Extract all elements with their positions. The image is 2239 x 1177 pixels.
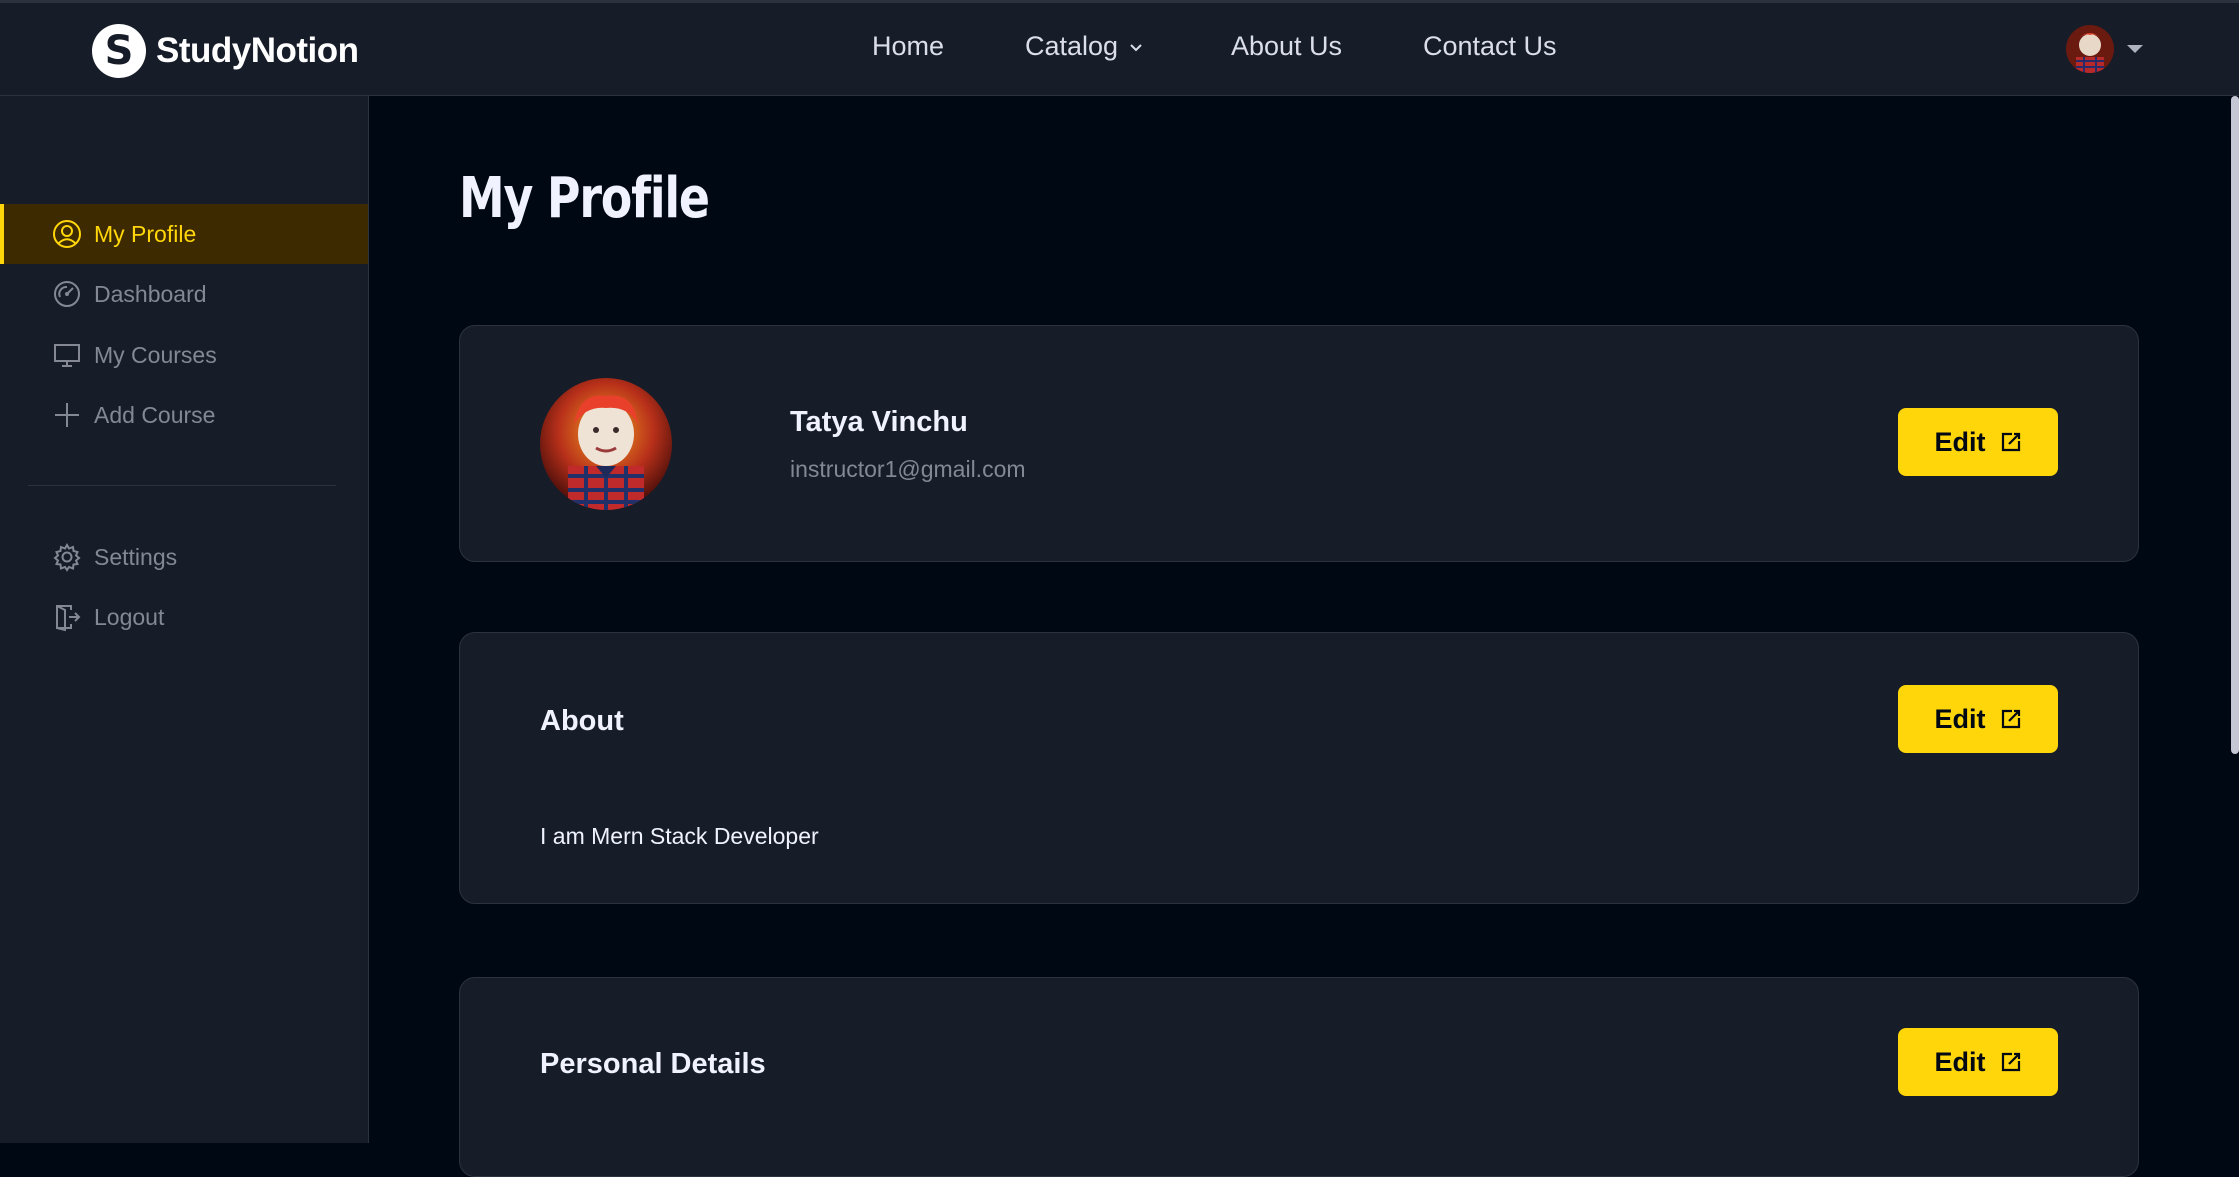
sidebar-item-my-profile[interactable]: My Profile (0, 204, 368, 264)
gauge-icon (54, 281, 80, 307)
main-content: My Profile Tatya Vinchu instructor1@gmai… (369, 96, 2239, 1177)
edit-profile-button[interactable]: Edit (1898, 408, 2058, 476)
edit-icon (2001, 432, 2020, 452)
sidebar: My Profile Dashboard My Courses Add Cour… (0, 96, 369, 1143)
nav-contact-link[interactable]: Contact Us (1423, 31, 1557, 62)
caret-down-icon (2127, 45, 2143, 53)
about-heading: About (540, 705, 624, 737)
sidebar-item-dashboard[interactable]: Dashboard (0, 264, 368, 324)
nav-home-label: Home (872, 31, 945, 61)
edit-button-label: Edit (1934, 426, 1986, 457)
personal-details-heading: Personal Details (540, 1048, 766, 1080)
chevron-down-icon (1130, 43, 1142, 51)
user-circle-icon (53, 220, 81, 248)
sidebar-item-logout[interactable]: Logout (0, 587, 368, 647)
brand-logo[interactable]: S StudyNotion (92, 23, 359, 79)
logo-mark-icon: S (92, 24, 146, 78)
sidebar-item-my-courses[interactable]: My Courses (0, 325, 368, 385)
nav-catalog-link[interactable]: Catalog (1025, 31, 1144, 62)
sidebar-divider (28, 485, 336, 486)
edit-about-button[interactable]: Edit (1898, 685, 2058, 753)
edit-button-label: Edit (1934, 703, 1986, 734)
profile-email: instructor1@gmail.com (790, 456, 1026, 482)
sidebar-item-label: Settings (94, 543, 178, 570)
user-avatar[interactable] (2066, 25, 2114, 73)
sidebar-item-label: My Profile (94, 220, 197, 247)
brand-name: StudyNotion (156, 31, 359, 70)
nav-home-link[interactable]: Home (872, 31, 944, 62)
page-title: My Profile (459, 166, 710, 231)
sidebar-item-label: Dashboard (94, 280, 207, 307)
edit-button-label: Edit (1934, 1046, 1986, 1077)
top-navbar: S StudyNotion Home Catalog About Us Cont… (0, 0, 2239, 96)
logout-icon (56, 605, 81, 632)
monitor-icon (54, 344, 80, 367)
sidebar-item-settings[interactable]: Settings (0, 527, 368, 587)
nav-contact-label: Contact Us (1423, 31, 1557, 61)
edit-personal-details-button[interactable]: Edit (1898, 1028, 2058, 1096)
profile-name: Tatya Vinchu (790, 406, 968, 438)
user-menu[interactable] (2066, 25, 2144, 73)
sidebar-item-add-course[interactable]: Add Course (0, 385, 368, 445)
about-card: About I am Mern Stack Developer Edit (459, 632, 2139, 904)
sidebar-item-label: Add Course (94, 401, 216, 428)
nav-about-label: About Us (1231, 31, 1343, 61)
plus-icon (55, 403, 79, 427)
profile-card: Tatya Vinchu instructor1@gmail.com Edit (459, 325, 2139, 562)
edit-icon (2001, 1052, 2020, 1072)
gear-icon (53, 542, 81, 572)
personal-details-card: Personal Details Edit (459, 977, 2139, 1177)
sidebar-item-label: Logout (94, 603, 165, 630)
edit-icon (2001, 709, 2020, 729)
nav-about-link[interactable]: About Us (1231, 31, 1342, 62)
profile-avatar[interactable] (540, 378, 672, 510)
sidebar-item-label: My Courses (94, 341, 217, 368)
about-text: I am Mern Stack Developer (540, 823, 819, 849)
nav-catalog-label: Catalog (1025, 31, 1119, 61)
scrollbar-thumb[interactable] (2231, 96, 2239, 754)
